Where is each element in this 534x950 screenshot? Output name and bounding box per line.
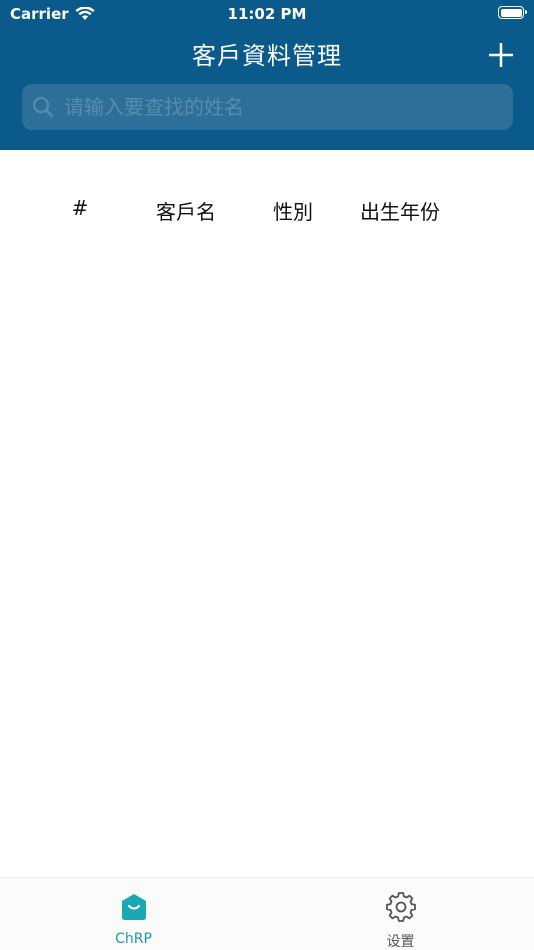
page-title: 客戶資料管理 (192, 42, 342, 70)
battery-icon (498, 6, 527, 19)
tab-chrp[interactable]: ChRP (0, 878, 267, 950)
tab-chrp-label: ChRP (115, 931, 152, 947)
tab-bar: ChRP 设置 (0, 877, 534, 950)
tab-settings[interactable]: 设置 (267, 878, 534, 950)
add-customer-button[interactable] (486, 40, 516, 70)
table-header: # 客戶名 性別 出生年份 (0, 188, 534, 228)
column-header-gender: 性別 (273, 200, 313, 224)
plus-icon (489, 43, 513, 67)
gear-icon (385, 892, 416, 922)
column-header-index: # (71, 196, 89, 220)
status-bar: Carrier 11:02 PM (0, 0, 534, 28)
navigation-header: Carrier 11:02 PM 客戶資料管理 (0, 0, 534, 150)
column-header-customer-name: 客戶名 (156, 200, 216, 224)
status-time: 11:02 PM (227, 5, 307, 23)
search-input[interactable] (62, 94, 513, 120)
column-header-birth-year: 出生年份 (360, 200, 440, 224)
chrp-icon (121, 894, 146, 920)
search-bar[interactable] (22, 84, 513, 130)
search-icon (32, 96, 54, 118)
tab-settings-label: 设置 (386, 934, 415, 950)
app-screen: Carrier 11:02 PM 客戶資料管理 请输入要查找的姓名 # 客戶名 … (0, 0, 534, 950)
